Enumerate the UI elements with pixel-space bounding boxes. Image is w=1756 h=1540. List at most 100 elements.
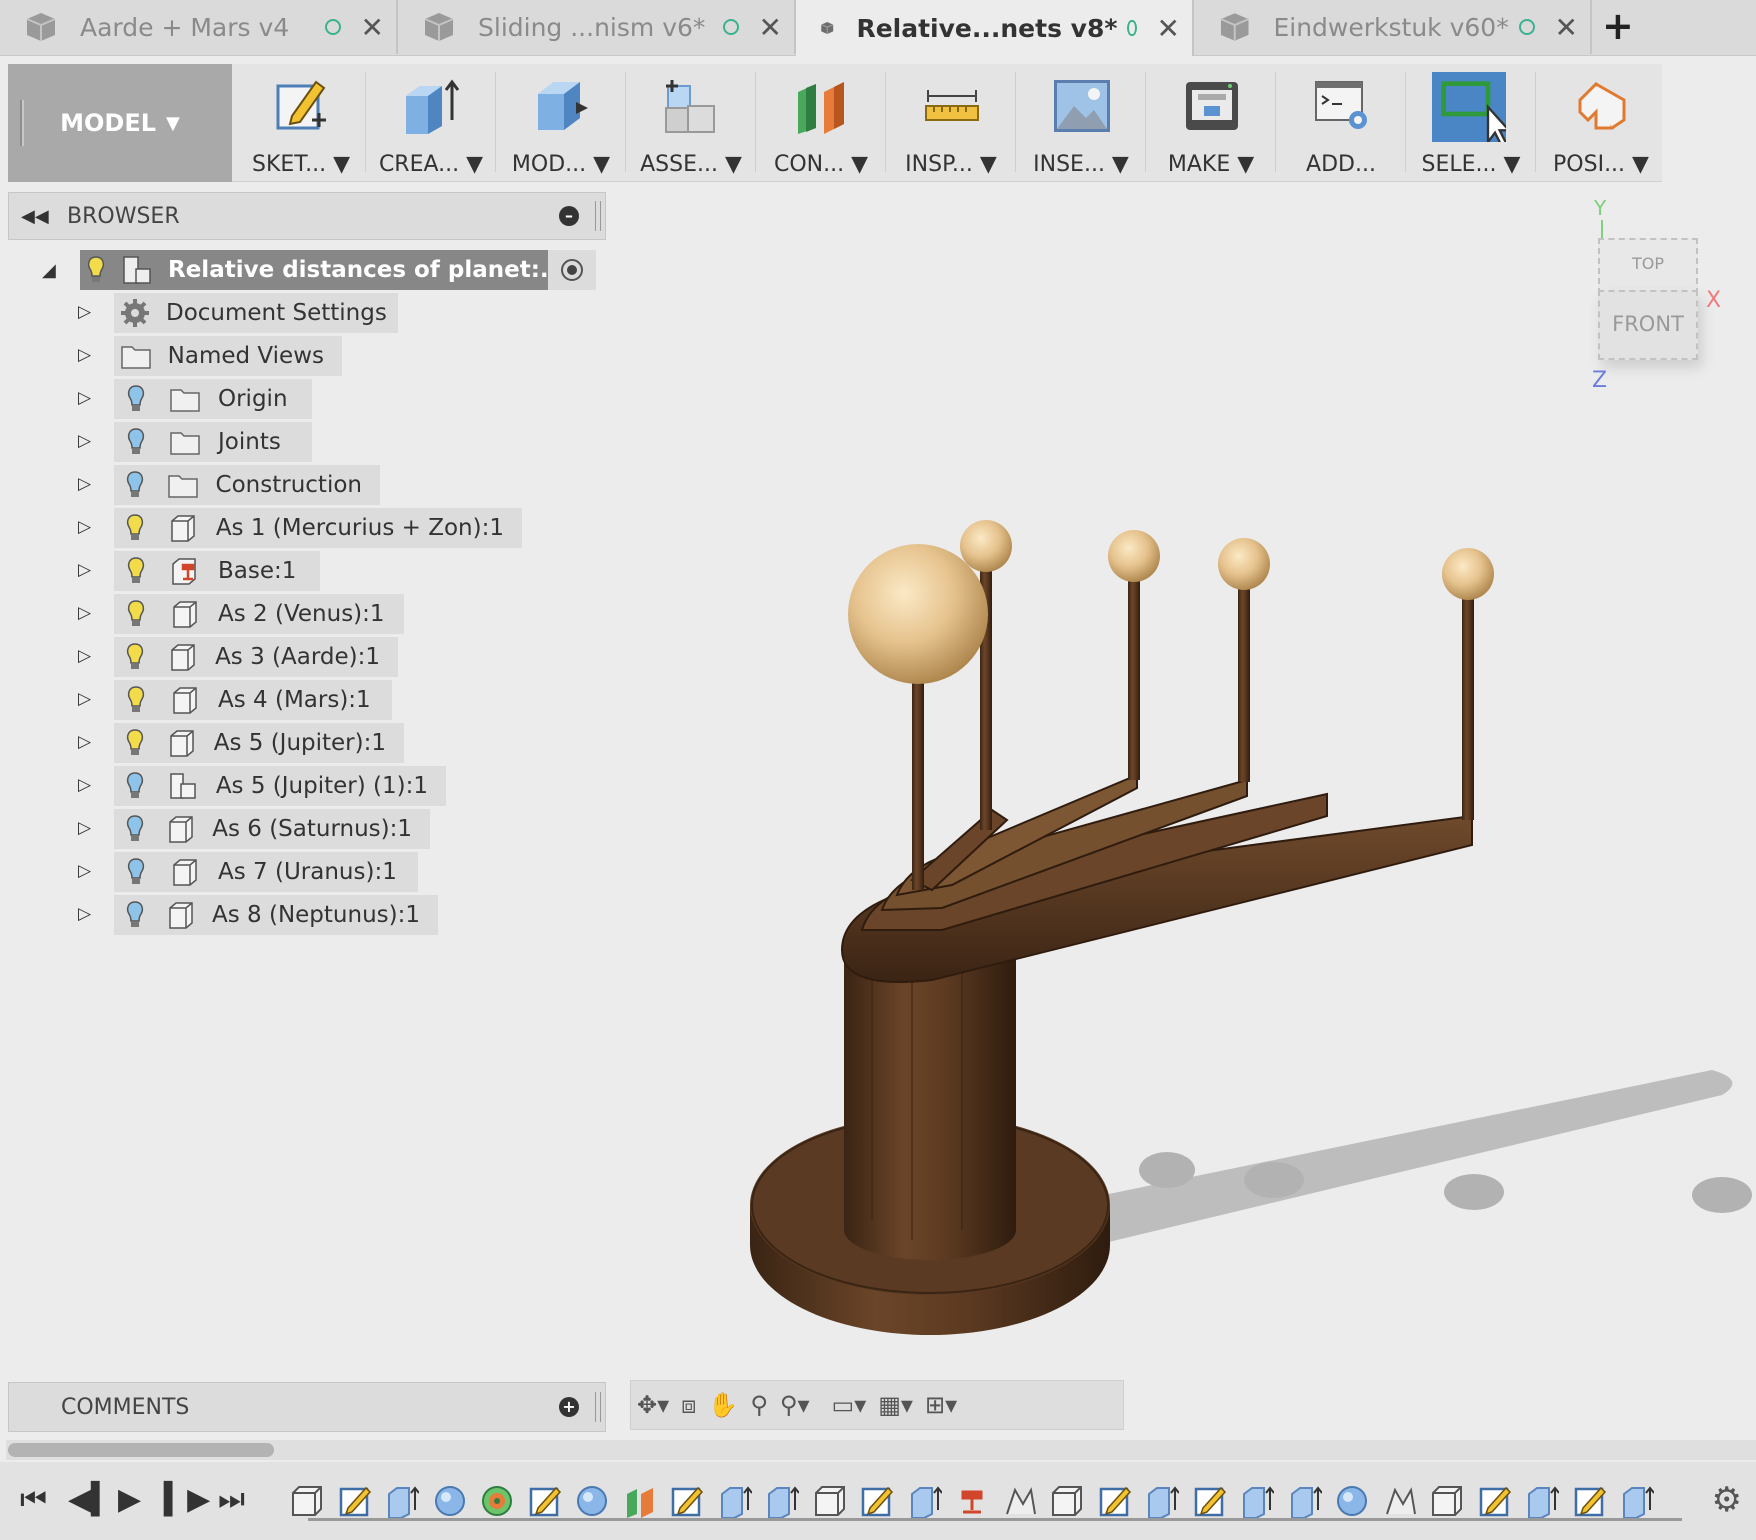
extrude-feature-icon[interactable] bbox=[908, 1484, 943, 1519]
pan-hand-icon[interactable]: ✋ bbox=[708, 1391, 738, 1419]
lightbulb-icon[interactable] bbox=[120, 383, 152, 415]
tree-item[interactable]: As 8 (Neptunus):1 bbox=[114, 895, 438, 935]
sketch-feature-icon[interactable] bbox=[1098, 1484, 1132, 1518]
tree-item[interactable]: As 5 (Jupiter):1 bbox=[114, 723, 404, 763]
addins-menu[interactable]: ADD... bbox=[1276, 64, 1406, 182]
lightbulb-icon[interactable] bbox=[120, 813, 149, 845]
lightbulb-icon[interactable] bbox=[120, 512, 151, 544]
lightbulb-icon[interactable] bbox=[120, 426, 152, 458]
expand-right-icon[interactable]: ▷ bbox=[78, 861, 96, 881]
extrude-feature-icon[interactable] bbox=[385, 1484, 420, 1519]
timeline-settings-gear-icon[interactable]: ⚙ bbox=[1712, 1480, 1742, 1520]
lightbulb-icon[interactable] bbox=[120, 684, 152, 716]
lightbulb-icon[interactable] bbox=[120, 469, 151, 501]
extrude-feature-icon[interactable] bbox=[718, 1484, 753, 1519]
lightbulb-icon[interactable] bbox=[120, 856, 152, 888]
comments-header[interactable]: COMMENTS + bbox=[8, 1382, 606, 1432]
tree-item[interactable]: Named Views bbox=[114, 336, 342, 376]
construct-menu[interactable]: CON... ▼ bbox=[756, 64, 886, 182]
tree-item[interactable]: As 2 (Venus):1 bbox=[114, 594, 404, 634]
tree-item[interactable]: As 4 (Mars):1 bbox=[114, 680, 392, 720]
expand-right-icon[interactable]: ▷ bbox=[78, 646, 96, 666]
sphere-feature-icon[interactable] bbox=[575, 1484, 609, 1518]
tab-sliding-mechanism[interactable]: Sliding ...nism v6* ✕ bbox=[398, 0, 796, 54]
close-tab-icon[interactable]: ✕ bbox=[1157, 12, 1180, 45]
scroll-thumb[interactable] bbox=[8, 1443, 274, 1457]
minimize-icon[interactable]: – bbox=[559, 206, 579, 226]
new-tab-button[interactable]: + bbox=[1602, 4, 1634, 48]
ground-feature-icon[interactable] bbox=[955, 1484, 989, 1518]
lightbulb-icon[interactable] bbox=[120, 770, 151, 802]
fit-zoom-icon[interactable]: ⚲▾ bbox=[780, 1391, 810, 1419]
tree-item[interactable]: Joints bbox=[114, 422, 312, 462]
sketch-feature-icon[interactable] bbox=[860, 1484, 894, 1518]
expand-right-icon[interactable]: ▷ bbox=[78, 388, 96, 408]
sketch-feature-icon[interactable] bbox=[1478, 1484, 1512, 1518]
activate-radio-button[interactable] bbox=[548, 250, 596, 290]
close-tab-icon[interactable]: ✕ bbox=[1555, 11, 1578, 44]
make-menu[interactable]: MAKE ▼ bbox=[1146, 64, 1276, 182]
expand-right-icon[interactable]: ▷ bbox=[78, 560, 96, 580]
play-icon[interactable]: ▶ bbox=[118, 1482, 141, 1517]
tab-eindwerkstuk[interactable]: Eindwerkstuk v60* ✕ bbox=[1194, 0, 1592, 54]
orbit-arms[interactable] bbox=[840, 773, 1473, 983]
browser-header[interactable]: ◀◀ BROWSER – bbox=[8, 192, 606, 240]
timeline-track[interactable] bbox=[308, 1518, 1682, 1521]
column[interactable] bbox=[844, 940, 1016, 1260]
sphere-feature-icon[interactable] bbox=[1335, 1484, 1369, 1518]
component-feature-icon[interactable] bbox=[813, 1484, 847, 1518]
3d-viewport[interactable]: Y TOP FRONT X Z bbox=[612, 190, 1756, 1370]
tab-relative-planets[interactable]: Relative...nets v8* ✕ bbox=[796, 0, 1194, 56]
grid-settings-icon[interactable]: ▦▾ bbox=[878, 1391, 913, 1419]
tab-aarde-mars[interactable]: Aarde + Mars v4 ✕ bbox=[0, 0, 398, 54]
expand-right-icon[interactable]: ▷ bbox=[78, 474, 96, 494]
root-component[interactable]: Relative distances of planet:... bbox=[80, 250, 566, 290]
expand-right-icon[interactable]: ▷ bbox=[78, 603, 96, 623]
close-tab-icon[interactable]: ✕ bbox=[759, 11, 782, 44]
extrude-feature-icon[interactable] bbox=[1240, 1484, 1275, 1519]
viewports-icon[interactable]: ⊞▾ bbox=[925, 1391, 957, 1419]
extrude-feature-icon[interactable] bbox=[1525, 1484, 1560, 1519]
create-menu[interactable]: CREA... ▼ bbox=[366, 64, 496, 182]
modify-menu[interactable]: MOD... ▼ bbox=[496, 64, 626, 182]
toolbar-grip[interactable] bbox=[20, 100, 24, 146]
tree-item[interactable]: Base:1 bbox=[114, 551, 320, 591]
view-cube[interactable]: Y TOP FRONT X Z bbox=[1574, 190, 1754, 393]
tree-item[interactable]: Construction bbox=[114, 465, 380, 505]
revolve-feature-icon[interactable] bbox=[480, 1484, 514, 1518]
lightbulb-icon[interactable] bbox=[120, 899, 149, 931]
expand-right-icon[interactable]: ▷ bbox=[78, 431, 96, 451]
planet-spheres[interactable] bbox=[848, 520, 1494, 684]
lightbulb-icon[interactable] bbox=[120, 555, 152, 587]
display-settings-icon[interactable]: ▭▾ bbox=[832, 1391, 867, 1419]
extrude-feature-icon[interactable] bbox=[1288, 1484, 1323, 1519]
expand-right-icon[interactable]: ▷ bbox=[78, 302, 96, 322]
extrude-feature-icon[interactable] bbox=[765, 1484, 800, 1519]
lightbulb-icon[interactable] bbox=[120, 641, 151, 673]
sketch-menu[interactable]: SKET... ▼ bbox=[236, 64, 366, 182]
tree-item[interactable]: As 5 (Jupiter) (1):1 bbox=[114, 766, 446, 806]
sketch-feature-icon[interactable] bbox=[670, 1484, 704, 1518]
viewcube-top-face[interactable]: TOP bbox=[1598, 238, 1698, 294]
go-to-start-icon[interactable]: ⏮ bbox=[20, 1482, 47, 1517]
viewcube-front-face[interactable]: FRONT bbox=[1598, 290, 1698, 360]
horizontal-scrollbar[interactable] bbox=[6, 1440, 1756, 1460]
assemble-menu[interactable]: ASSE... ▼ bbox=[626, 64, 756, 182]
component-feature-icon[interactable] bbox=[1050, 1484, 1084, 1518]
tree-item[interactable]: Origin bbox=[114, 379, 312, 419]
insert-menu[interactable]: INSE... ▼ bbox=[1016, 64, 1146, 182]
tree-item[interactable]: As 1 (Mercurius + Zon):1 bbox=[114, 508, 522, 548]
look-at-icon[interactable]: ⧈ bbox=[681, 1391, 696, 1419]
zoom-icon[interactable]: ⚲ bbox=[750, 1391, 768, 1419]
component-feature-icon[interactable] bbox=[1430, 1484, 1464, 1518]
expand-down-icon[interactable]: ◢ bbox=[42, 260, 56, 281]
position-menu[interactable]: POSI... ▼ bbox=[1536, 64, 1666, 182]
close-tab-icon[interactable]: ✕ bbox=[361, 11, 384, 44]
expand-right-icon[interactable]: ▷ bbox=[78, 345, 96, 365]
joint-feature-icon[interactable] bbox=[1383, 1484, 1417, 1518]
joint-feature-icon[interactable] bbox=[1003, 1484, 1037, 1518]
step-back-icon[interactable]: ◀▍ bbox=[68, 1482, 114, 1517]
expand-plus-icon[interactable]: + bbox=[559, 1397, 579, 1417]
expand-right-icon[interactable]: ▷ bbox=[78, 689, 96, 709]
extrude-feature-icon[interactable] bbox=[1620, 1484, 1655, 1519]
